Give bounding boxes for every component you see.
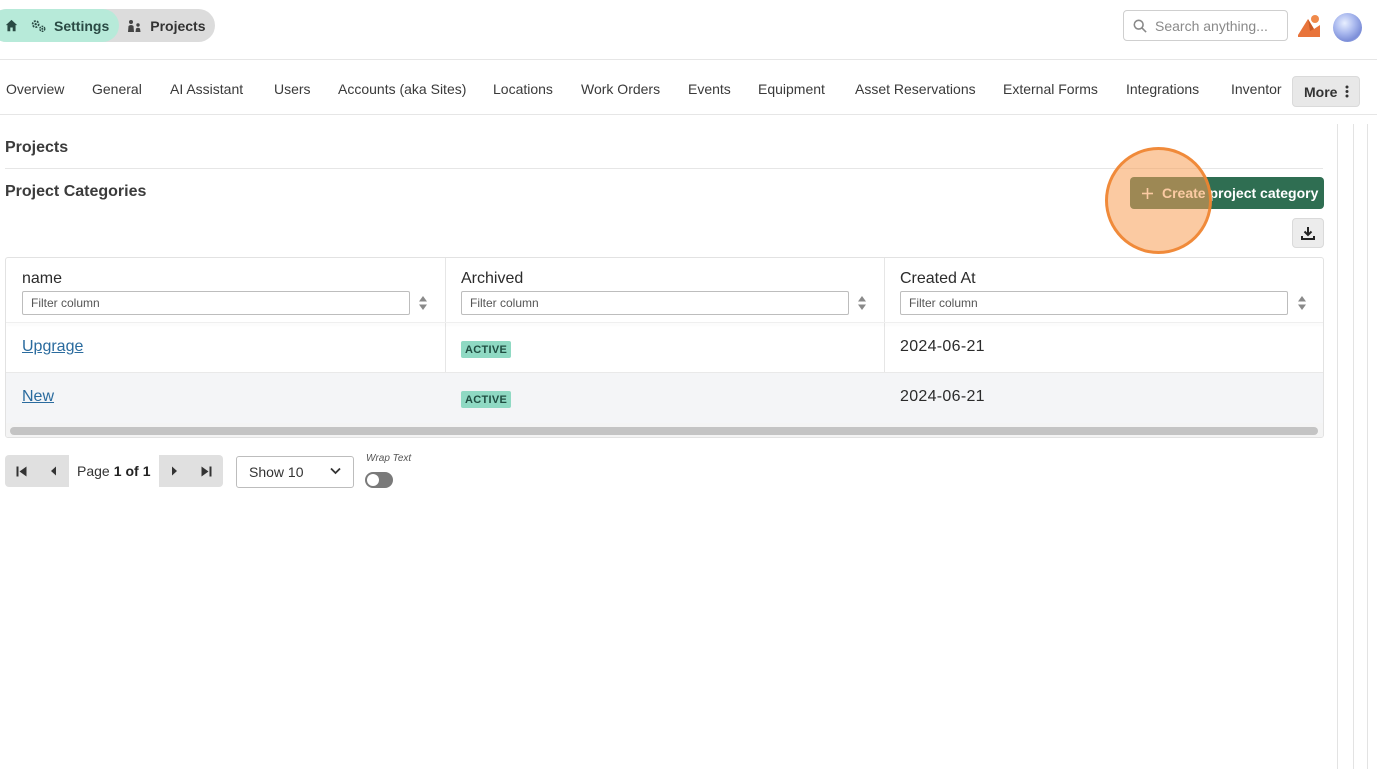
previous-page-button[interactable] [37, 455, 69, 487]
tab-work-orders[interactable]: Work Orders [581, 81, 660, 97]
breadcrumb-home[interactable] [0, 9, 24, 42]
column-header-created-at[interactable]: Created At [900, 270, 976, 288]
people-icon [128, 19, 141, 32]
tab-ai-assistant[interactable]: AI Assistant [170, 81, 243, 97]
previous-page-icon [50, 466, 56, 476]
tab-events[interactable]: Events [688, 81, 731, 97]
top-bar: Settings Projects Search anything... [0, 0, 1377, 60]
first-page-icon [16, 466, 26, 476]
page-title: Projects [5, 139, 69, 156]
pagination: Page 1 of 1 [5, 455, 223, 487]
tab-accounts[interactable]: Accounts (aka Sites) [338, 81, 466, 97]
filter-input-created-at[interactable]: Filter column [900, 291, 1288, 315]
settings-tabs: Overview General AI Assistant Users Acco… [0, 68, 1377, 115]
tab-general[interactable]: General [92, 81, 142, 97]
breadcrumb-projects-label: Projects [150, 17, 206, 34]
wrap-text-label: Wrap Text [366, 453, 412, 464]
next-page-icon [172, 466, 178, 476]
page-size-select[interactable]: Show 10 [236, 456, 354, 488]
panel-border [1337, 124, 1338, 769]
section-divider [5, 168, 1323, 169]
current-page: 1 [113, 463, 122, 479]
status-badge: ACTIVE [461, 341, 512, 358]
sort-icon[interactable] [418, 295, 428, 311]
toggle-knob [367, 474, 379, 486]
gears-icon [31, 19, 46, 32]
wrap-text-toggle[interactable] [365, 472, 393, 488]
breadcrumb: Settings Projects [0, 9, 216, 42]
more-label: More [1304, 83, 1338, 100]
search-icon [1133, 19, 1147, 33]
last-page-button[interactable] [190, 455, 223, 487]
tab-users[interactable]: Users [274, 81, 311, 97]
status-badge: ACTIVE [461, 391, 512, 408]
download-button[interactable] [1292, 218, 1324, 248]
page-size-value: Show 10 [249, 464, 304, 480]
project-categories-table: name Filter column Archived Filter colum… [5, 257, 1324, 438]
tab-inventory[interactable]: Inventor [1231, 81, 1287, 97]
plus-icon [1142, 187, 1153, 199]
panel-border [1353, 124, 1354, 769]
last-page-icon [201, 466, 212, 476]
tab-overview[interactable]: Overview [6, 81, 64, 97]
created-at-cell: 2024-06-21 [900, 388, 985, 405]
column-header-archived[interactable]: Archived [461, 270, 523, 288]
next-page-button[interactable] [158, 455, 191, 487]
tab-equipment[interactable]: Equipment [758, 81, 825, 97]
horizontal-scrollbar[interactable] [6, 423, 1323, 437]
tab-integrations[interactable]: Integrations [1126, 81, 1199, 97]
panel-border [1367, 124, 1368, 769]
scrollbar-thumb[interactable] [10, 427, 1318, 435]
create-project-category-button[interactable]: Create project category [1130, 177, 1324, 209]
more-tabs-button[interactable]: More [1292, 76, 1360, 107]
home-icon [5, 19, 18, 32]
filter-input-archived[interactable]: Filter column [461, 291, 849, 315]
search-input[interactable]: Search anything... [1155, 18, 1268, 34]
page-indicator: Page 1 of 1 [69, 455, 159, 487]
table-row: New ACTIVE 2024-06-21 [6, 373, 1323, 423]
create-button-label: Create project category [1162, 185, 1319, 201]
brand-logo-icon[interactable] [1296, 13, 1322, 39]
created-at-cell: 2024-06-21 [900, 338, 985, 355]
kebab-vertical-icon [1345, 85, 1349, 98]
chevron-down-icon [330, 467, 341, 475]
of-word: of [125, 463, 139, 479]
category-name-link[interactable]: Upgrage [22, 338, 83, 356]
avatar[interactable] [1333, 13, 1362, 42]
total-pages: 1 [142, 463, 151, 479]
section-subtitle: Project Categories [5, 183, 147, 200]
column-header-name[interactable]: name [22, 270, 62, 288]
breadcrumb-settings-label: Settings [54, 17, 110, 34]
page-word: Page [77, 463, 110, 479]
search-box[interactable]: Search anything... [1123, 10, 1288, 41]
first-page-button[interactable] [5, 455, 37, 487]
sort-icon[interactable] [1297, 295, 1307, 311]
download-icon [1301, 227, 1315, 240]
filter-input-name[interactable]: Filter column [22, 291, 410, 315]
sort-icon[interactable] [857, 295, 867, 311]
breadcrumb-settings[interactable]: Settings [24, 9, 120, 42]
breadcrumb-projects[interactable]: Projects [119, 9, 215, 42]
category-name-link[interactable]: New [22, 388, 54, 406]
tab-external-forms[interactable]: External Forms [1003, 81, 1098, 97]
table-row: Upgrage ACTIVE 2024-06-21 [6, 323, 1323, 373]
tab-locations[interactable]: Locations [493, 81, 553, 97]
tab-asset-reservations[interactable]: Asset Reservations [855, 81, 976, 97]
